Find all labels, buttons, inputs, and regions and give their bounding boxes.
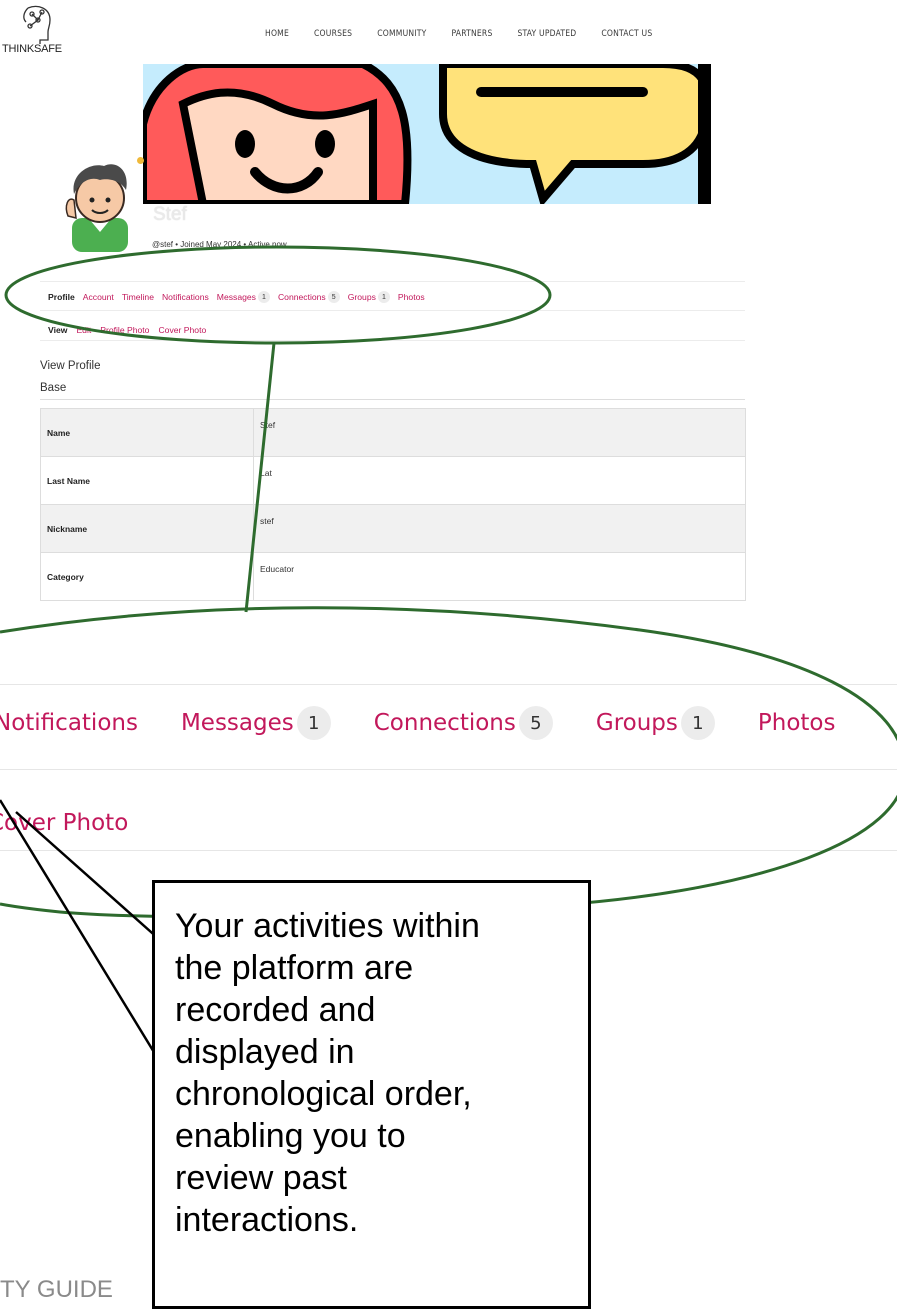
view-profile-title: View Profile: [40, 360, 101, 372]
tab-label: Messages: [180, 710, 294, 736]
brand-name: THINKSAFE: [2, 43, 62, 55]
tab-connections[interactable]: Connections 5: [278, 291, 340, 303]
table-row: Nickname stef: [40, 504, 746, 553]
callout-line: enabling you to: [175, 1117, 406, 1155]
nav-home[interactable]: HOME: [265, 29, 289, 39]
tab-notifications[interactable]: Notifications: [162, 292, 209, 302]
count-badge: 5: [518, 706, 553, 740]
field-key: Last Name: [40, 456, 254, 505]
subtab-profile-photo[interactable]: Profile Photo: [100, 325, 149, 335]
count-badge: 1: [257, 291, 270, 303]
callout-line: the platform are: [175, 949, 414, 987]
zoomed-tabs: Notifications Messages 1 Connections 5 Gro…: [0, 706, 878, 740]
profile-meta: @stef • Joined May 2024 • Active now: [152, 240, 287, 249]
footer-text: TY GUIDE: [0, 1276, 113, 1303]
field-value: Stef: [253, 408, 746, 457]
tab-label: Notifications: [0, 710, 138, 736]
tab-label: Timeline: [121, 292, 154, 302]
callout-line: chronological order,: [175, 1075, 472, 1113]
nav-community[interactable]: COMMUNITY: [377, 29, 426, 39]
zoom-subtabs-bar: [0, 788, 897, 851]
nav-partners[interactable]: PARTNERS: [452, 29, 493, 39]
field-value: stef: [253, 504, 746, 553]
nav-contact-us[interactable]: CONTACT US: [601, 29, 652, 39]
subtab-cover-photo[interactable]: Cover Photo: [158, 325, 206, 335]
zoom-tab-notifications[interactable]: Notifications: [0, 710, 138, 736]
tab-photos[interactable]: Photos: [398, 292, 425, 302]
zoom-tab-messages[interactable]: Messages 1: [181, 706, 331, 740]
tab-label: Connections: [373, 710, 516, 736]
profile-fields-table: Name Stef Last Name Lat Nickname stef Categ…: [40, 408, 746, 601]
callout-line: displayed in: [175, 1033, 355, 1071]
field-key: Category: [40, 552, 254, 601]
main-nav: HOME COURSES COMMUNITY PARTNERS STAY UPD…: [265, 29, 652, 39]
tab-timeline[interactable]: Timeline: [122, 292, 154, 302]
count-badge: 1: [680, 706, 715, 740]
tab-label: Connections: [277, 292, 326, 302]
field-key: Name: [40, 408, 254, 457]
section-title: Base: [40, 382, 67, 394]
nav-stay-updated[interactable]: STAY UPDATED: [518, 29, 577, 39]
tab-label: Profile: [48, 292, 75, 302]
profile-tabs: Profile Account Timeline Notifications M…: [48, 291, 433, 303]
callout-line: review past: [175, 1159, 347, 1197]
field-value: Educator: [253, 552, 746, 601]
tab-account[interactable]: Account: [83, 292, 114, 302]
zoom-tab-photos[interactable]: Photos: [758, 710, 836, 736]
zoom-subtab-cover-photo[interactable]: Cover Photo: [0, 810, 128, 836]
tab-label: Photos: [397, 292, 425, 302]
tab-label: Account: [82, 292, 114, 302]
callout-box: Your activities within the platform are …: [152, 880, 591, 1309]
tab-groups[interactable]: Groups 1: [348, 291, 390, 303]
subtab-view[interactable]: View: [48, 325, 67, 335]
avatar[interactable]: [60, 156, 140, 252]
tab-label: Groups: [347, 292, 376, 302]
profile-subtabs: View Edit Profile Photo Cover Photo: [48, 325, 215, 335]
subtab-edit[interactable]: Edit: [76, 325, 91, 335]
tab-messages[interactable]: Messages 1: [217, 291, 270, 303]
count-badge: 5: [327, 291, 340, 303]
section-divider: [40, 399, 745, 400]
tab-label: Messages: [216, 292, 256, 302]
nav-courses[interactable]: COURSES: [314, 29, 352, 39]
callout-line: Your activities within: [175, 907, 480, 945]
tab-label: Photos: [757, 710, 836, 736]
tab-label: Groups: [595, 710, 678, 736]
table-row: Last Name Lat: [40, 456, 746, 505]
zoom-tab-connections[interactable]: Connections 5: [374, 706, 553, 740]
zoom-tab-groups[interactable]: Groups 1: [596, 706, 715, 740]
callout-line: interactions.: [175, 1201, 359, 1239]
tab-profile[interactable]: Profile: [48, 292, 75, 302]
callout-line: recorded and: [175, 991, 376, 1029]
profile-username: Stef: [153, 204, 187, 225]
table-row: Name Stef: [40, 408, 746, 457]
count-badge: 1: [296, 706, 331, 740]
tab-label: Notifications: [161, 292, 209, 302]
field-value: Lat: [253, 456, 746, 505]
cover-photo: [143, 64, 711, 204]
count-badge: 1: [377, 291, 390, 303]
field-key: Nickname: [40, 504, 254, 553]
table-row: Category Educator: [40, 552, 746, 601]
